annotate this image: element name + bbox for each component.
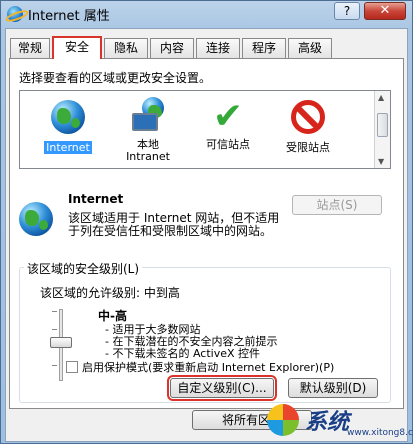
protected-mode-checkbox-row[interactable]: 启用保护模式(要求重新启动 Internet Explorer)(P)	[66, 359, 334, 375]
zone-instruction: 选择要查看的区域或更改安全设置。	[19, 71, 212, 85]
slider-tick	[52, 311, 57, 312]
selected-zone-globe-icon	[19, 202, 53, 236]
close-button[interactable]: ✕	[364, 2, 406, 20]
tab-general[interactable]: 常规	[10, 38, 50, 58]
tab-content[interactable]: 内容	[150, 38, 194, 58]
selected-zone-name: Internet	[68, 192, 124, 206]
tab-advanced[interactable]: 高级	[288, 38, 332, 58]
slider-tick	[52, 329, 57, 330]
default-level-button[interactable]: 默认级别(D)	[288, 378, 378, 398]
security-level-description: - 适用于大多数网站 - 在下载潜在的不安全内容之前提示 - 不下载未签名的 A…	[105, 324, 277, 360]
allowed-levels-text: 该区域的允许级别: 中到高	[40, 286, 180, 300]
tab-security[interactable]: 安全	[52, 36, 102, 59]
selected-zone-description: 该区域适用于 Internet 网站，但不适用于列在受信任和受限制区域中的网站。	[68, 211, 280, 238]
globe-icon	[51, 100, 85, 134]
tab-privacy[interactable]: 隐私	[104, 38, 148, 58]
watermark-url: www.xitong8.com	[347, 428, 413, 438]
security-panel: 选择要查看的区域或更改安全设置。 Internet 本地 Intranet ✔ …	[9, 58, 404, 409]
security-level-name: 中-高	[98, 309, 127, 323]
zone-label: 可信站点	[206, 138, 250, 151]
title-bar[interactable]: Internet 属性 ? ✕	[1, 1, 412, 27]
intranet-icon	[128, 97, 168, 137]
scrollbar-thumb[interactable]	[377, 113, 388, 137]
window-title: Internet 属性	[28, 9, 110, 24]
windows-logo-icon	[267, 404, 299, 436]
tab-programs[interactable]: 程序	[242, 38, 286, 58]
site-watermark: 系统 www.xitong8.com	[263, 398, 413, 443]
help-button[interactable]: ?	[334, 2, 360, 20]
watermark-text: 系统	[305, 409, 350, 435]
dialog-body: 常规 安全 隐私 内容 连接 程序 高级 选择要查看的区域或更改安全设置。 In…	[5, 28, 408, 442]
zone-list[interactable]: Internet 本地 Intranet ✔ 可信站点 受限站点 ▲ ▼	[19, 90, 391, 169]
zone-internet[interactable]: Internet	[28, 97, 108, 154]
protected-mode-label: 启用保护模式(要求重新启动 Internet Explorer)(P)	[82, 361, 335, 374]
zone-trusted-sites[interactable]: ✔ 可信站点	[188, 97, 268, 151]
sites-button[interactable]: 站点(S)	[292, 195, 382, 215]
zone-list-scrollbar[interactable]: ▲ ▼	[374, 91, 390, 168]
protected-mode-checkbox[interactable]	[66, 361, 78, 373]
zone-label: Internet	[44, 141, 92, 154]
zone-local-intranet[interactable]: 本地 Intranet	[108, 97, 188, 163]
security-level-title: 该区域的安全级别(L)	[24, 260, 143, 277]
custom-level-button[interactable]: 自定义级别(C)...	[167, 375, 277, 401]
internet-properties-window: Internet 属性 ? ✕ 常规 安全 隐私 内容 连接 程序 高级 选择要…	[0, 0, 413, 444]
zone-restricted-sites[interactable]: 受限站点	[268, 97, 348, 154]
scroll-up-arrow-icon[interactable]: ▲	[378, 93, 384, 102]
scroll-down-arrow-icon[interactable]: ▼	[378, 157, 384, 166]
restricted-icon	[291, 100, 325, 134]
zone-label: 受限站点	[286, 141, 330, 154]
slider-tick	[52, 365, 57, 366]
zone-label: 本地 Intranet	[126, 138, 170, 163]
tab-connections[interactable]: 连接	[196, 38, 240, 58]
checkmark-icon: ✔	[212, 96, 244, 137]
internet-explorer-icon	[7, 6, 23, 22]
security-level-slider-thumb[interactable]	[50, 337, 72, 348]
